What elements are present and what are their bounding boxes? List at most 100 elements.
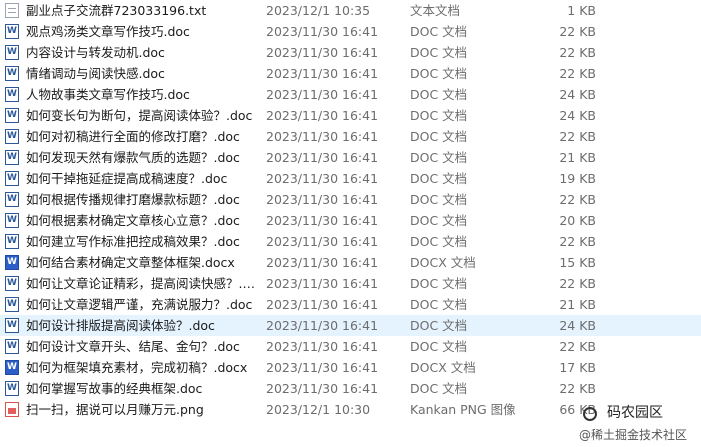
file-date: 2023/11/30 16:41 xyxy=(266,339,379,354)
file-date: 2023/11/30 16:41 xyxy=(266,192,379,207)
file-row[interactable]: W 内容设计与转发动机.doc 2023/11/30 16:41 DOC 文档 22 K… xyxy=(0,42,701,63)
file-row[interactable]: W 如何为框架填充素材，完成初稿？.docx 2023/11/30 16:41 DOC… xyxy=(0,357,701,378)
file-type: DOC 文档 xyxy=(410,87,468,102)
file-name: 如何让文章论证精彩，提高阅读快感？.doc xyxy=(26,276,258,291)
file-icon-cell: W xyxy=(5,210,21,231)
file-icon-cell: W xyxy=(5,84,21,105)
file-row[interactable]: W 如何变长句为断句，提高阅读体验？.doc 2023/11/30 16:41 DOC… xyxy=(0,105,701,126)
file-size: 22 KB xyxy=(559,129,596,144)
wechat-logo-icon xyxy=(583,407,597,421)
file-size: 15 KB xyxy=(559,255,596,270)
file-type: DOC 文档 xyxy=(410,66,468,81)
file-icon-cell: W xyxy=(5,378,21,399)
file-row[interactable]: W 观点鸡汤类文章写作技巧.doc 2023/11/30 16:41 DOC 文档 22… xyxy=(0,21,701,42)
file-type: DOC 文档 xyxy=(410,192,468,207)
file-size: 1 KB xyxy=(567,3,596,18)
doc-file-icon: W xyxy=(5,318,19,333)
file-row[interactable]: W 如何根据传播规律打磨爆款标题？.doc 2023/11/30 16:41 DOC … xyxy=(0,189,701,210)
file-date: 2023/11/30 16:41 xyxy=(266,318,379,333)
file-size: 20 KB xyxy=(559,213,596,228)
doc-file-icon: W xyxy=(5,150,19,165)
file-size: 24 KB xyxy=(559,318,596,333)
doc-file-icon: W xyxy=(5,297,19,312)
doc-file-icon: W xyxy=(5,276,19,291)
file-row[interactable]: W 如何掌握写故事的经典框架.doc 2023/11/30 16:41 DOC 文档 2… xyxy=(0,378,701,399)
file-list: 副业点子交流群723033196.txt 2023/12/1 10:35 文本文档 1… xyxy=(0,0,701,420)
file-icon-cell: W xyxy=(5,273,21,294)
file-date: 2023/11/30 16:41 xyxy=(266,66,379,81)
file-date: 2023/11/30 16:41 xyxy=(266,108,379,123)
file-icon-cell xyxy=(5,0,21,21)
file-type: DOC 文档 xyxy=(410,150,468,165)
file-type: DOC 文档 xyxy=(410,45,468,60)
file-type: Kankan PNG 图像 xyxy=(410,402,516,417)
file-date: 2023/11/30 16:41 xyxy=(266,381,379,396)
file-name: 情绪调动与阅读快感.doc xyxy=(26,66,165,81)
doc-file-icon: W xyxy=(5,234,19,249)
file-date: 2023/11/30 16:41 xyxy=(266,360,379,375)
file-size: 22 KB xyxy=(559,339,596,354)
file-size: 22 KB xyxy=(559,234,596,249)
file-type: DOC 文档 xyxy=(410,381,468,396)
file-icon-cell: W xyxy=(5,231,21,252)
doc-file-icon: W xyxy=(5,66,19,81)
file-name: 如何对初稿进行全面的修改打磨？.doc xyxy=(26,129,240,144)
file-row[interactable]: W 如何发现天然有爆款气质的选题？.doc 2023/11/30 16:41 DOC … xyxy=(0,147,701,168)
file-date: 2023/11/30 16:41 xyxy=(266,297,379,312)
file-icon-cell: W xyxy=(5,252,21,273)
file-type: DOC 文档 xyxy=(410,339,468,354)
docx-file-icon: W xyxy=(5,360,19,375)
png-file-icon xyxy=(5,402,19,417)
doc-file-icon: W xyxy=(5,213,19,228)
file-row[interactable]: W 如何干掉拖延症提高成稿速度？.doc 2023/11/30 16:41 DOC 文… xyxy=(0,168,701,189)
file-row[interactable]: W 人物故事类文章写作技巧.doc 2023/11/30 16:41 DOC 文档 24… xyxy=(0,84,701,105)
file-name: 人物故事类文章写作技巧.doc xyxy=(26,87,190,102)
doc-file-icon: W xyxy=(5,192,19,207)
file-icon-cell: W xyxy=(5,294,21,315)
file-type: DOC 文档 xyxy=(410,276,468,291)
file-name: 如何设计文章开头、结尾、金句？.doc xyxy=(26,339,240,354)
file-size: 24 KB xyxy=(559,87,596,102)
file-type: DOC 文档 xyxy=(410,213,468,228)
watermark: 码农园区 @稀土掘金技术社区 xyxy=(577,403,697,447)
file-row[interactable]: W 如何让文章逻辑严谨，充满说服力？.doc 2023/11/30 16:41 DOC… xyxy=(0,294,701,315)
file-date: 2023/12/1 10:30 xyxy=(266,402,371,417)
file-size: 22 KB xyxy=(559,381,596,396)
doc-file-icon: W xyxy=(5,108,19,123)
file-date: 2023/11/30 16:41 xyxy=(266,234,379,249)
file-type: DOC 文档 xyxy=(410,171,468,186)
file-icon-cell: W xyxy=(5,189,21,210)
txt-file-icon xyxy=(5,3,19,18)
file-icon-cell: W xyxy=(5,63,21,84)
docx-file-icon: W xyxy=(5,255,19,270)
file-name: 如何结合素材确定文章整体框架.docx xyxy=(26,255,235,270)
file-name: 如何根据素材确定文章核心立意？.doc xyxy=(26,213,240,228)
doc-file-icon: W xyxy=(5,129,19,144)
file-icon-cell xyxy=(5,399,21,420)
file-size: 24 KB xyxy=(559,108,596,123)
file-row[interactable]: W 如何结合素材确定文章整体框架.docx 2023/11/30 16:41 DOCX… xyxy=(0,252,701,273)
file-size: 22 KB xyxy=(559,66,596,81)
file-type: DOCX 文档 xyxy=(410,255,476,270)
file-row[interactable]: W 情绪调动与阅读快感.doc 2023/11/30 16:41 DOC 文档 22 K… xyxy=(0,63,701,84)
file-size: 21 KB xyxy=(559,297,596,312)
file-size: 21 KB xyxy=(559,150,596,165)
file-name: 观点鸡汤类文章写作技巧.doc xyxy=(26,24,190,39)
file-row[interactable]: W 如何根据素材确定文章核心立意？.doc 2023/11/30 16:41 DOC … xyxy=(0,210,701,231)
file-icon-cell: W xyxy=(5,336,21,357)
file-size: 22 KB xyxy=(559,192,596,207)
file-row[interactable]: W 如何设计文章开头、结尾、金句？.doc 2023/11/30 16:41 DOC … xyxy=(0,336,701,357)
file-name: 如何让文章逻辑严谨，充满说服力？.doc xyxy=(26,297,253,312)
file-row[interactable]: W 如何让文章论证精彩，提高阅读快感？.doc 2023/11/30 16:41 DO… xyxy=(0,273,701,294)
file-row[interactable]: 副业点子交流群723033196.txt 2023/12/1 10:35 文本文档 1… xyxy=(0,0,701,21)
file-row[interactable]: W 如何设计排版提高阅读体验？.doc 2023/11/30 16:41 DOC 文档… xyxy=(0,315,701,336)
file-row[interactable]: W 如何建立写作标准把控成稿效果？.doc 2023/11/30 16:41 DOC … xyxy=(0,231,701,252)
file-row[interactable]: W 如何对初稿进行全面的修改打磨？.doc 2023/11/30 16:41 DOC … xyxy=(0,126,701,147)
file-icon-cell: W xyxy=(5,21,21,42)
file-date: 2023/11/30 16:41 xyxy=(266,45,379,60)
file-name: 如何根据传播规律打磨爆款标题？.doc xyxy=(26,192,240,207)
file-size: 19 KB xyxy=(559,171,596,186)
doc-file-icon: W xyxy=(5,381,19,396)
file-icon-cell: W xyxy=(5,126,21,147)
file-size: 22 KB xyxy=(559,276,596,291)
